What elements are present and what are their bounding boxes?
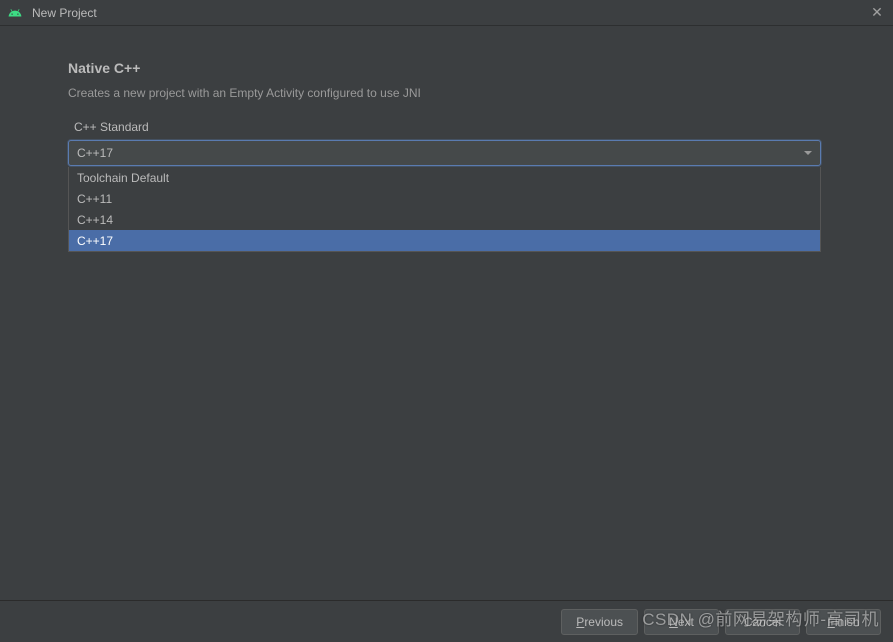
page-description: Creates a new project with an Empty Acti… (68, 86, 825, 100)
cpp-standard-label: C++ Standard (74, 120, 825, 134)
dropdown-option-cpp14[interactable]: C++14 (69, 209, 820, 230)
dropdown-option-cpp17[interactable]: C++17 (69, 230, 820, 251)
footer-button-bar: Previous Next Cancel Finish (0, 600, 893, 642)
dropdown-option-cpp11[interactable]: C++11 (69, 188, 820, 209)
chevron-down-icon (804, 151, 812, 155)
window-title: New Project (32, 6, 97, 20)
dropdown-option-toolchain-default[interactable]: Toolchain Default (69, 167, 820, 188)
next-button[interactable]: Next (644, 609, 719, 635)
finish-button[interactable]: Finish (806, 609, 881, 635)
dropdown-list: Toolchain Default C++11 C++14 C++17 (68, 167, 821, 252)
close-icon[interactable]: ✕ (869, 5, 885, 21)
page-title: Native C++ (68, 60, 825, 76)
cancel-button[interactable]: Cancel (725, 609, 800, 635)
dropdown-selected-value: C++17 (77, 146, 113, 160)
android-icon (8, 6, 22, 20)
title-bar: New Project ✕ (0, 0, 893, 26)
cpp-standard-dropdown[interactable]: C++17 (68, 140, 821, 166)
content-area: Native C++ Creates a new project with an… (0, 26, 893, 166)
previous-button[interactable]: Previous (561, 609, 638, 635)
